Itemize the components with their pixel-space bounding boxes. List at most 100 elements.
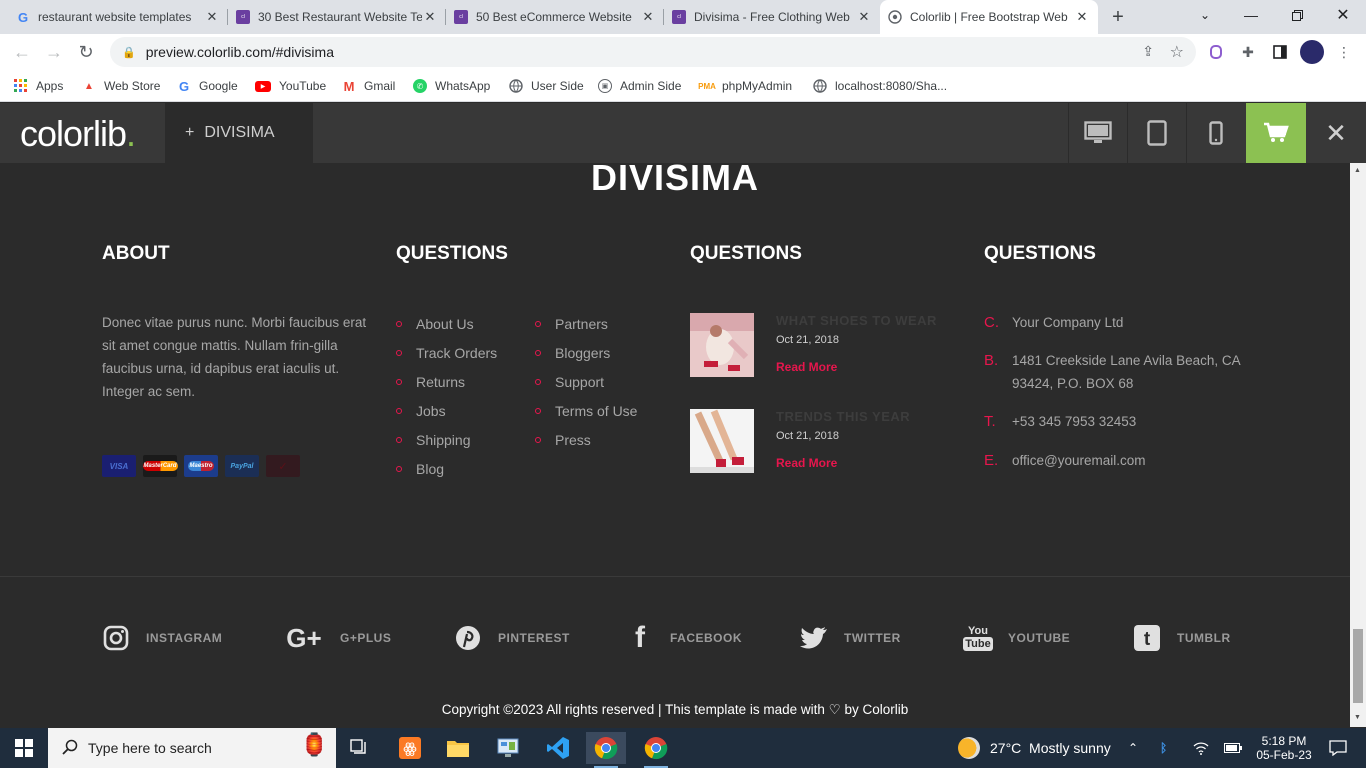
share-icon[interactable]: ⇪: [1142, 43, 1154, 60]
show-hidden-icons-chevron[interactable]: ⌃: [1128, 728, 1138, 768]
tab-title: 50 Best eCommerce Website: [476, 10, 632, 24]
new-tab-button[interactable]: +: [1100, 2, 1136, 32]
bookmark-web-store[interactable]: ▲ Web Store: [82, 76, 160, 96]
colorlib-logo[interactable]: colorlib.: [20, 113, 136, 155]
chrome-menu-icon[interactable]: ⋮: [1334, 42, 1354, 62]
phpmyadmin-icon: PMA: [698, 81, 716, 91]
task-view-icon[interactable]: [340, 732, 380, 764]
scroll-down-arrow-icon[interactable]: ▼: [1354, 714, 1361, 721]
bookmark-google[interactable]: G Google: [177, 76, 238, 96]
bookmark-youtube[interactable]: ▶ YouTube: [255, 76, 326, 96]
social-tumblr[interactable]: t TUMBLR: [1133, 623, 1231, 653]
wifi-icon[interactable]: [1193, 728, 1209, 768]
footer-link-blog[interactable]: Blog: [396, 461, 444, 477]
social-youtube[interactable]: You Tube YOUTUBE: [963, 619, 1070, 657]
restore-button[interactable]: [1274, 0, 1320, 30]
buy-template-cart-button[interactable]: [1246, 103, 1306, 163]
about-heading: ABOUT: [102, 243, 170, 264]
bookmark-phpmyadmin[interactable]: PMA phpMyAdmin: [698, 76, 792, 96]
tab-divisima[interactable]: cl Divisima - Free Clothing Web ✕: [664, 0, 880, 34]
social-instagram[interactable]: INSTAGRAM: [102, 623, 222, 653]
desktop-view-button[interactable]: [1068, 103, 1127, 163]
tablet-view-button[interactable]: [1127, 103, 1186, 163]
side-panel-icon[interactable]: [1270, 42, 1290, 62]
bookmark-admin-side[interactable]: ▣ Admin Side: [598, 76, 681, 96]
mobile-view-button[interactable]: [1186, 103, 1245, 163]
footer-link-terms[interactable]: Terms of Use: [535, 403, 637, 419]
file-explorer-icon[interactable]: [438, 732, 478, 764]
post-thumbnail-shoes[interactable]: [690, 313, 754, 377]
social-facebook[interactable]: f FACEBOOK: [626, 621, 742, 654]
footer-link-track-orders[interactable]: Track Orders: [396, 345, 497, 361]
chrome-taskbar-icon-active[interactable]: [586, 732, 626, 768]
forward-button[interactable]: →: [40, 38, 68, 66]
social-pinterest[interactable]: PINTEREST: [454, 623, 570, 653]
bookmark-apps[interactable]: Apps: [14, 76, 63, 96]
weather-widget[interactable]: 27°C Mostly sunny: [958, 728, 1111, 768]
profile-avatar[interactable]: [1300, 40, 1324, 64]
close-tab-icon[interactable]: ✕: [640, 9, 656, 25]
contact-company: C. Your Company Ltd: [984, 311, 1244, 334]
bookmark-user-side[interactable]: User Side: [509, 76, 584, 96]
bookmark-localhost[interactable]: localhost:8080/Sha...: [813, 76, 947, 96]
page-scrollbar[interactable]: ▲ ▼: [1350, 163, 1366, 727]
scroll-up-arrow-icon[interactable]: ▲: [1354, 167, 1361, 174]
tab-search-chevron-icon[interactable]: ⌄: [1182, 0, 1228, 30]
tab-30-best-restaurant[interactable]: cl 30 Best Restaurant Website Te ✕: [228, 0, 446, 34]
social-label: TWITTER: [844, 631, 901, 645]
footer-link-partners[interactable]: Partners: [535, 316, 608, 332]
link-label: Returns: [416, 374, 466, 390]
tab-restaurant-templates[interactable]: G restaurant website templates ✕: [8, 0, 228, 34]
close-window-button[interactable]: ✕: [1320, 0, 1366, 30]
start-button[interactable]: [0, 728, 48, 768]
footer-link-shipping[interactable]: Shipping: [396, 432, 471, 448]
puzzle-extensions-icon[interactable]: ✚: [1238, 42, 1258, 62]
bookmark-label: localhost:8080/Sha...: [835, 79, 948, 93]
notification-center-icon[interactable]: [1323, 728, 1353, 768]
extension-icon[interactable]: [1206, 42, 1226, 62]
bookmark-whatsapp[interactable]: ✆ WhatsApp: [413, 76, 490, 96]
post-title[interactable]: WHAT SHOES TO WEAR: [776, 313, 937, 328]
reload-button[interactable]: ↻: [72, 38, 100, 66]
footer-brand-logo[interactable]: DIVISIMA: [0, 163, 1350, 199]
battery-icon[interactable]: [1224, 728, 1242, 768]
control-panel-icon[interactable]: [488, 732, 528, 764]
scrollbar-thumb[interactable]: [1353, 629, 1363, 703]
contact-email[interactable]: E. office@youremail.com: [984, 449, 1244, 472]
footer-link-bloggers[interactable]: Bloggers: [535, 345, 610, 361]
footer-link-about-us[interactable]: About Us: [396, 316, 474, 332]
xampp-icon[interactable]: ꙮ: [390, 732, 430, 764]
tab-colorlib-active[interactable]: Colorlib | Free Bootstrap Web ✕: [880, 0, 1098, 34]
read-more-link[interactable]: Read More: [776, 360, 837, 374]
tab-50-best-ecommerce[interactable]: cl 50 Best eCommerce Website ✕: [446, 0, 664, 34]
bookmark-star-icon[interactable]: ☆: [1170, 42, 1184, 62]
read-more-link[interactable]: Read More: [776, 456, 837, 470]
social-twitter[interactable]: TWITTER: [800, 623, 901, 653]
back-button[interactable]: ←: [8, 38, 36, 66]
vscode-icon[interactable]: [538, 732, 578, 764]
bookmark-gmail[interactable]: M Gmail: [342, 76, 396, 96]
clock[interactable]: 5:18 PM 05-Feb-23: [1252, 728, 1316, 768]
post-thumbnail-trends[interactable]: [690, 409, 754, 473]
footer-link-support[interactable]: Support: [535, 374, 604, 390]
social-google-plus[interactable]: G+ G+PLUS: [284, 623, 391, 653]
tab-title: Colorlib | Free Bootstrap Web: [910, 10, 1068, 24]
minimize-button[interactable]: —: [1228, 0, 1274, 30]
taskbar-search-box[interactable]: Type here to search 🏮: [48, 728, 336, 768]
close-preview-icon[interactable]: ✕: [1306, 103, 1366, 163]
post-title[interactable]: TRENDS THIS YEAR: [776, 409, 910, 424]
close-tab-icon[interactable]: ✕: [1074, 9, 1090, 25]
footer-link-press[interactable]: Press: [535, 432, 591, 448]
template-switcher-button[interactable]: + DIVISIMA: [165, 103, 313, 163]
contact-address: B. 1481 Creekside Lane Avila Beach, CA 93…: [984, 349, 1254, 395]
footer-link-returns[interactable]: Returns: [396, 374, 465, 390]
chrome-taskbar-icon[interactable]: [636, 732, 676, 768]
url-field[interactable]: 🔒 preview.colorlib.com/#divisima ⇪ ☆: [110, 37, 1196, 67]
close-tab-icon[interactable]: ✕: [204, 9, 220, 25]
questions-posts-heading: QUESTIONS: [690, 243, 802, 264]
close-tab-icon[interactable]: ✕: [422, 9, 438, 25]
footer-link-jobs[interactable]: Jobs: [396, 403, 446, 419]
colorlib-icon: cl: [236, 10, 250, 24]
close-tab-icon[interactable]: ✕: [856, 9, 872, 25]
bluetooth-icon[interactable]: ᛒ: [1160, 728, 1167, 768]
